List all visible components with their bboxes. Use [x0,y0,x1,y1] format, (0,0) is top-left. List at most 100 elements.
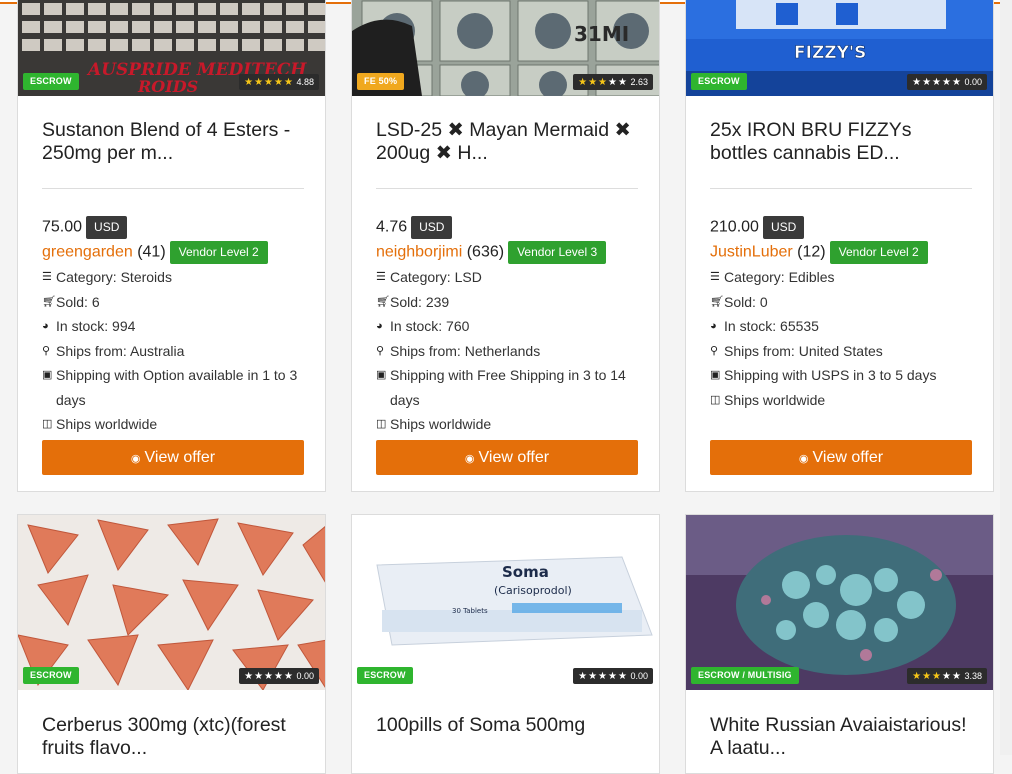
discount-badge: FE 50% [357,73,405,90]
sold-value: 6 [91,293,100,310]
star-rating-icon: ★★★★★ [912,77,962,88]
listing-details: ☰ Category: Steroids 🛒︎ Sold: 6 ◕ In sto… [42,265,308,437]
product-image[interactable]: ESCROW ★★★★★ 0.00 [18,515,325,690]
page-scrollbar[interactable] [1000,0,1012,755]
gift-icon: ▣ [710,369,721,381]
product-image[interactable]: ESCROW / MULTISIG ★★★★★ 3.38 [686,515,993,690]
sold-label: Sold: [56,293,88,310]
rating-value: 4.88 [296,77,314,87]
category-label: Category: [56,269,117,285]
sold-label: Sold: [724,293,756,310]
star-rating-icon: ★★★★★ [912,671,962,682]
image-caption: 31MI [574,22,629,46]
globe-icon: ◫ [710,393,721,406]
product-image[interactable]: 31MI FE 50% ★★★★★ 2.63 [352,0,659,96]
listing-card: ESCROW / MULTISIG ★★★★★ 3.38 White Russi… [685,514,994,774]
stock-value: 994 [112,318,136,334]
ships-from-label: Ships from: [56,342,127,359]
escrow-badge: ESCROW [357,667,413,684]
sold-value: 0 [759,293,768,310]
rating-value: 0.00 [630,671,648,681]
view-offer-button[interactable]: ◉ View offer [42,440,304,475]
stock-value: 65535 [780,318,819,334]
listing-card: Soma (Carisoprodol) 30 Tablets ESCROW ★★… [351,514,660,774]
rating-badge: ★★★★★ 3.38 [907,668,987,684]
vendor-link[interactable]: JustinLuber [710,244,793,261]
vendor-level-badge: Vendor Level 3 [508,241,607,264]
product-title[interactable]: Cerberus 300mg (xtc)(forest fruits flavo… [42,714,304,760]
map-marker-icon: ⚲ [42,344,51,357]
currency-badge: USD [86,216,128,239]
sold-label: Sold: [390,293,422,310]
list-icon: ☰ [42,271,52,283]
vendor-link[interactable]: greengarden [42,244,133,261]
category-label: Category: [724,269,785,285]
ships-from-label: Ships from: [724,342,795,359]
vendor-line: JustinLuber (12) Vendor Level 2 [710,241,928,264]
ships-worldwide: Ships worldwide [56,416,158,432]
vendor-line: neighborjimi (636) Vendor Level 3 [376,241,607,264]
category-value: Edibles [788,269,835,285]
vendor-count: (12) [797,243,826,261]
rating-value: 3.38 [964,671,982,681]
map-marker-icon: ⚲ [376,344,385,357]
view-offer-button[interactable]: ◉ View offer [376,440,638,475]
image-caption: Soma [502,563,549,581]
product-title[interactable]: 25x IRON BRU FIZZYs bottles cannabis ED.… [710,119,972,165]
eye-icon: ◉ [798,453,809,465]
gift-icon: ▣ [376,369,387,381]
category-value: LSD [454,269,482,285]
rating-value: 0.00 [964,77,982,87]
image-caption: (Carisoprodol) [494,584,572,597]
vendor-line: greengarden (41) Vendor Level 2 [42,241,268,264]
pie-chart-icon: ◕ [710,320,717,332]
product-title[interactable]: Sustanon Blend of 4 Esters - 250mg per m… [42,119,304,165]
escrow-badge: ESCROW [23,73,79,90]
stock-label: In stock: [56,318,109,334]
rating-value: 2.63 [630,77,648,87]
image-caption: FIZZY'S [794,43,866,63]
pie-chart-icon: ◕ [42,320,49,332]
ships-from-label: Ships from: [390,342,461,359]
product-image[interactable]: AUSPRIDE MEDITECH ROIDS ESCROW ★★★★★ 4.8… [18,0,325,96]
divider [42,188,304,189]
product-image[interactable]: Soma (Carisoprodol) 30 Tablets ESCROW ★★… [352,515,659,690]
eye-icon: ◉ [464,453,475,465]
listing-card: 31MI FE 50% ★★★★★ 2.63 LSD-25 ✖ Mayan Me… [351,0,660,492]
map-marker-icon: ⚲ [710,344,719,357]
shipping-info: Shipping with USPS in 3 to 5 days [724,367,937,383]
ships-from-value: Netherlands [464,342,541,359]
price-value: 75.00 [42,218,83,236]
product-image[interactable]: FIZZY'S ESCROW ★★★★★ 0.00 [686,0,993,96]
vendor-count: (636) [466,243,505,261]
listing-card: FIZZY'S ESCROW ★★★★★ 0.00 25x IRON BRU F… [685,0,994,492]
escrow-badge: ESCROW / MULTISIG [691,667,799,684]
view-offer-button[interactable]: ◉ View offer [710,440,972,475]
star-rating-icon: ★★★★★ [578,671,628,682]
category-value: Steroids [120,269,172,285]
vendor-level-badge: Vendor Level 2 [829,241,928,264]
star-rating-icon: ★★★★★ [578,77,628,88]
currency-badge: USD [762,216,805,239]
vendor-link[interactable]: neighborjimi [376,244,462,261]
shipping-info: Shipping with Option available in 1 to 3… [56,367,298,408]
divider [376,188,638,189]
product-title[interactable]: 100pills of Soma 500mg [376,714,638,737]
eye-icon: ◉ [130,453,141,465]
sold-value: 239 [425,293,450,310]
globe-icon: ◫ [376,418,387,430]
cart-icon: 🛒︎ [42,295,56,308]
pie-chart-icon: ◕ [376,320,383,332]
star-rating-icon: ★★★★★ [244,77,294,88]
rating-value: 0.00 [296,671,314,681]
escrow-badge: ESCROW [691,73,747,90]
view-offer-label: View offer [478,449,550,466]
shipping-info: Shipping with Free Shipping in 3 to 14 d… [390,367,626,408]
price: 4.76 USD [376,216,453,239]
globe-icon: ◫ [42,418,53,430]
price: 75.00 USD [42,216,128,239]
listing-details: ☰ Category: LSD 🛒︎ Sold: 239 ◕ In stock:… [376,265,642,437]
product-title[interactable]: White Russian Avaiaistarious! A laatu... [710,714,972,760]
ships-worldwide: Ships worldwide [724,391,826,408]
product-title[interactable]: LSD-25 ✖ Mayan Mermaid ✖ 200ug ✖ H... [376,119,638,165]
